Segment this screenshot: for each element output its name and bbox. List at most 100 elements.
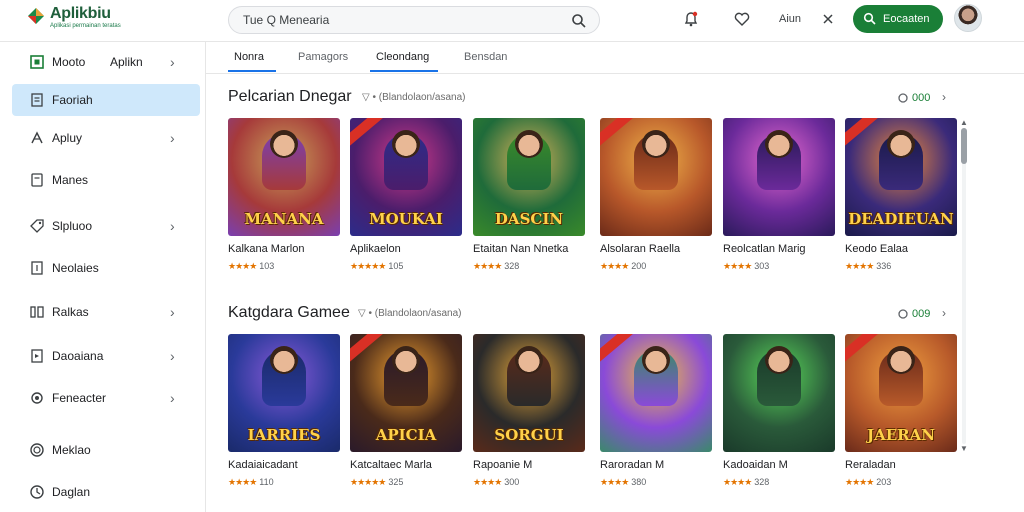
star-rating-icon: ★★★★ — [600, 477, 629, 487]
bell-icon[interactable] — [682, 10, 700, 28]
sidebar-item-1[interactable]: Faoriah — [12, 84, 200, 116]
section-subtitle: ▽ • (Blandolaon/asana) — [358, 308, 462, 319]
app-card[interactable]: DASCIN Etaitan Nan Nnetka ★★★★ 328 — [473, 118, 585, 272]
sidebar-item-3[interactable]: Manes — [12, 164, 200, 196]
chevron-right-icon: › — [170, 54, 175, 70]
search-icon[interactable] — [571, 13, 587, 29]
character-head — [642, 346, 670, 374]
scroll-track[interactable] — [962, 128, 966, 444]
sidebar-item-10[interactable]: Daglan — [12, 476, 200, 508]
app-thumbnail[interactable]: IARRIES — [228, 334, 340, 452]
review-count: 303 — [754, 261, 770, 271]
app-logo-icon[interactable] — [26, 6, 46, 26]
refresh-icon[interactable] — [897, 308, 909, 320]
document-icon — [31, 93, 43, 107]
app-card[interactable]: IARRIES Kadaiaicadant ★★★★ 110 — [228, 334, 340, 488]
sidebar-item-label: Meklao — [52, 443, 91, 457]
sidebar-item-label: Ralkas — [52, 305, 89, 319]
chevron-right-icon[interactable]: › — [942, 306, 946, 320]
app-thumbnail[interactable] — [723, 334, 835, 452]
app-thumbnail[interactable]: DEADIEUAN — [845, 118, 957, 236]
sidebar-item-6[interactable]: Ralkas › — [12, 296, 200, 328]
sidebar-item-label: Daglan — [52, 485, 91, 499]
app-name[interactable]: Katcaltaec Marla — [350, 459, 462, 471]
app-rating: ★★★★ 380 — [600, 477, 712, 488]
ribbon-badge — [600, 334, 636, 366]
sidebar-item-2[interactable]: Apluy › — [12, 122, 200, 154]
app-name[interactable]: Alsolaran Raella — [600, 243, 712, 255]
section-more-link[interactable]: 000 — [912, 92, 930, 104]
app-name[interactable]: Raroradan M — [600, 459, 712, 471]
search-box[interactable]: Tue Q Menearia — [228, 6, 600, 34]
app-card[interactable]: Kadoaidan M ★★★★ 328 — [723, 334, 835, 488]
sidebar-item-5[interactable]: Neolaies — [12, 252, 200, 284]
app-name[interactable]: Rapoanie M — [473, 459, 585, 471]
app-card[interactable]: Alsolaran Raella ★★★★ 200 — [600, 118, 712, 272]
review-count: 203 — [876, 477, 892, 487]
scroll-down-icon[interactable]: ▼ — [960, 444, 968, 453]
scroll-thumb[interactable] — [961, 128, 967, 164]
section-more-link[interactable]: 009 — [912, 308, 930, 320]
app-thumbnail[interactable]: MOUKAI — [350, 118, 462, 236]
sidebar-item-0[interactable]: Mooto Aplikn › — [12, 46, 200, 78]
app-name[interactable]: Etaitan Nan Nnetka — [473, 243, 585, 255]
app-card[interactable]: JAERAN Reraladan ★★★★ 203 — [845, 334, 957, 488]
app-thumbnail[interactable] — [600, 334, 712, 452]
tab-2[interactable]: Cleondang — [376, 51, 429, 63]
character-head — [765, 346, 793, 374]
avatar[interactable] — [954, 4, 982, 32]
app-card[interactable]: SORGUI Rapoanie M ★★★★ 300 — [473, 334, 585, 488]
app-card[interactable]: DEADIEUAN Keodo Ealaa ★★★★ 336 — [845, 118, 957, 272]
app-name[interactable]: Reraladan — [845, 459, 957, 471]
tab-0[interactable]: Nonra — [234, 51, 264, 63]
app-card[interactable]: Raroradan M ★★★★ 380 — [600, 334, 712, 488]
app-thumbnail[interactable]: JAERAN — [845, 334, 957, 452]
star-rating-icon: ★★★★ — [228, 477, 257, 487]
close-icon[interactable] — [820, 10, 836, 28]
sidebar-item-label: Apluy — [52, 131, 83, 145]
character-head — [392, 130, 420, 158]
character-head — [642, 130, 670, 158]
star-rating-icon: ★★★★ — [845, 477, 874, 487]
sidebar-item-label: Daoaiana — [52, 349, 104, 363]
heart-icon[interactable] — [733, 10, 751, 28]
tab-3[interactable]: Bensdan — [464, 51, 507, 63]
app-card[interactable]: Reolcatlan Marig ★★★★ 303 — [723, 118, 835, 272]
review-count: 325 — [388, 477, 404, 487]
scroll-up-icon[interactable]: ▲ — [960, 118, 968, 127]
app-name[interactable]: Kadoaidan M — [723, 459, 835, 471]
app-card[interactable]: APICIA Katcaltaec Marla ★★★★★ 325 — [350, 334, 462, 488]
scrollbar[interactable]: ▲ ▼ — [958, 118, 970, 454]
sidebar-item-9[interactable]: Meklao — [12, 434, 200, 466]
app-thumbnail[interactable] — [600, 118, 712, 236]
app-name[interactable]: Reolcatlan Marig — [723, 243, 835, 255]
app-thumbnail[interactable]: SORGUI — [473, 334, 585, 452]
square-icon — [31, 261, 43, 275]
search-input[interactable]: Tue Q Menearia — [243, 13, 329, 27]
primary-action-button[interactable]: Eocaaten — [853, 5, 943, 33]
tab-1[interactable]: Pamagors — [298, 51, 348, 63]
review-count: 103 — [259, 261, 275, 271]
refresh-icon[interactable] — [897, 92, 909, 104]
app-thumbnail[interactable] — [723, 118, 835, 236]
app-card[interactable]: MOUKAI Aplikaelon ★★★★★ 105 — [350, 118, 462, 272]
sidebar-item-label: Feneacter — [52, 391, 107, 405]
app-name[interactable]: Aplikaelon — [350, 243, 462, 255]
app-name[interactable]: Keodo Ealaa — [845, 243, 957, 255]
sidebar-item-extra: Aplikn — [110, 55, 143, 69]
app-name[interactable]: Kalkana Marlon — [228, 243, 340, 255]
character-head — [270, 130, 298, 158]
app-card[interactable]: MANANA Kalkana Marlon ★★★★ 103 — [228, 118, 340, 272]
sidebar-item-4[interactable]: Slpluoo › — [12, 210, 200, 242]
app-name[interactable]: Kadaiaicadant — [228, 459, 340, 471]
app-thumbnail[interactable]: DASCIN — [473, 118, 585, 236]
circle-icon — [30, 443, 44, 457]
app-rating: ★★★★ 300 — [473, 477, 585, 488]
sidebar-item-7[interactable]: Daoaiana › — [12, 340, 200, 372]
sidebar-item-8[interactable]: Feneacter › — [12, 382, 200, 414]
app-thumbnail[interactable]: APICIA — [350, 334, 462, 452]
app-title[interactable]: Aplikbiu — [50, 5, 111, 23]
topbar-text-item[interactable]: Aiun — [779, 13, 801, 25]
app-thumbnail[interactable]: MANANA — [228, 118, 340, 236]
chevron-right-icon[interactable]: › — [942, 90, 946, 104]
